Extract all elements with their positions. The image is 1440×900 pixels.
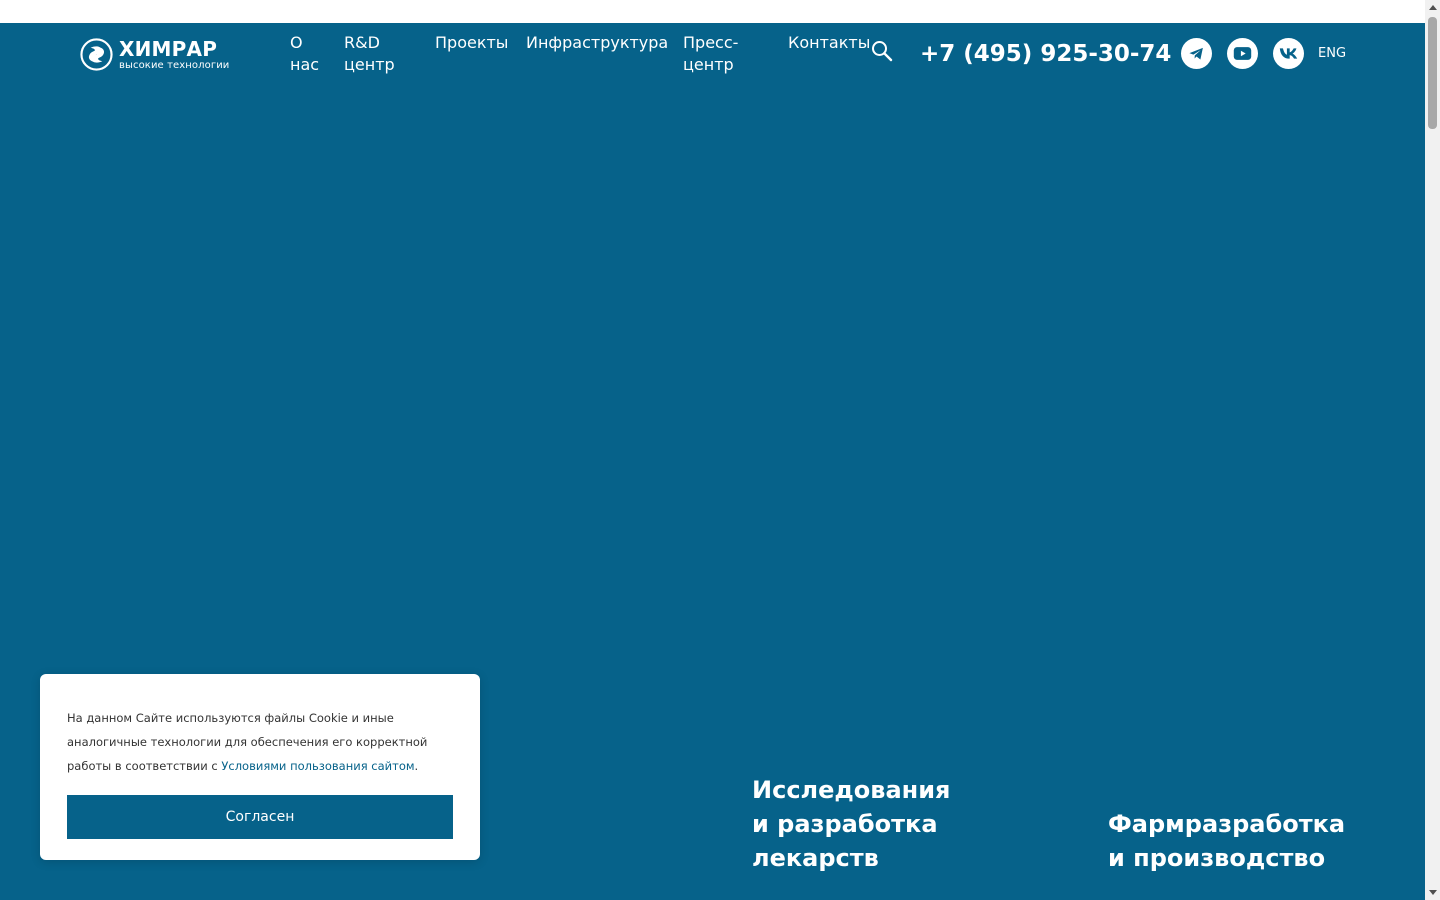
language-switch[interactable]: ENG [1318, 45, 1346, 63]
nav-item-rd-center-line-1: R&D [344, 33, 380, 52]
nav-item-contacts-label: Контакты [788, 33, 871, 52]
nav-item-infrastructure[interactable]: Инфраструктура [526, 32, 668, 54]
vk-button[interactable] [1273, 38, 1304, 69]
feature-research-line-2: и разработка [752, 810, 938, 838]
feature-pharma-line-2: и производство [1108, 844, 1326, 872]
feature-research[interactable]: Исследования и разработка лекарств [752, 773, 950, 875]
nav-item-press-center-line-2: центр [683, 55, 734, 74]
vk-icon [1279, 48, 1298, 59]
feature-research-line-3: лекарств [752, 844, 879, 872]
logo-text: ХИМРАР высокие технологии [119, 39, 229, 71]
search-icon [872, 41, 893, 62]
logo-icon [80, 38, 113, 71]
scroll-up-arrow[interactable] [1425, 0, 1440, 15]
nav-item-press-center[interactable]: Пресс- центр [683, 32, 738, 76]
youtube-icon [1233, 47, 1252, 60]
chevron-up-icon [1428, 5, 1437, 10]
cookie-banner: На данном Сайте используются файлы Cooki… [40, 674, 480, 860]
scrollbar[interactable] [1425, 0, 1440, 900]
nav-item-press-center-line-1: Пресс- [683, 33, 739, 52]
chevron-down-icon [1428, 890, 1437, 895]
feature-research-line-1: Исследования [752, 776, 951, 804]
scroll-down-arrow[interactable] [1425, 885, 1440, 900]
cookie-text-end: . [414, 759, 419, 773]
logo-title: ХИМРАР [119, 36, 218, 61]
feature-pharma[interactable]: Фармразработка и производство [1108, 807, 1345, 875]
youtube-button[interactable] [1227, 38, 1258, 69]
search-button[interactable] [870, 39, 894, 63]
logo[interactable]: ХИМРАР высокие технологии [80, 38, 229, 71]
terms-of-use-link[interactable]: Условиями пользования сайтом [221, 759, 414, 773]
accept-cookies-button[interactable]: Согласен [67, 795, 453, 839]
cookie-text: На данном Сайте используются файлы Cooki… [67, 706, 457, 778]
page: ХИМРАР высокие технологии О нас R&D цент… [0, 0, 1440, 900]
nav-item-rd-center[interactable]: R&D центр [344, 32, 395, 76]
telegram-icon [1189, 47, 1203, 60]
telegram-button[interactable] [1181, 38, 1212, 69]
nav-item-projects[interactable]: Проекты [435, 32, 508, 54]
nav-item-projects-label: Проекты [435, 33, 509, 52]
nav-item-about[interactable]: О нас [290, 32, 319, 76]
nav-item-about-line-1: О [290, 33, 303, 52]
scroll-thumb[interactable] [1428, 17, 1437, 129]
nav-item-contacts[interactable]: Контакты [788, 32, 870, 54]
nav-item-rd-center-line-2: центр [344, 55, 395, 74]
phone-number-link[interactable]: +7 (495) 925-30-74 [920, 38, 1171, 70]
nav-item-infrastructure-label: Инфраструктура [526, 33, 669, 52]
feature-pharma-line-1: Фармразработка [1108, 810, 1346, 838]
nav-item-about-line-2: нас [290, 55, 320, 74]
logo-subtitle: высокие технологии [119, 59, 230, 71]
